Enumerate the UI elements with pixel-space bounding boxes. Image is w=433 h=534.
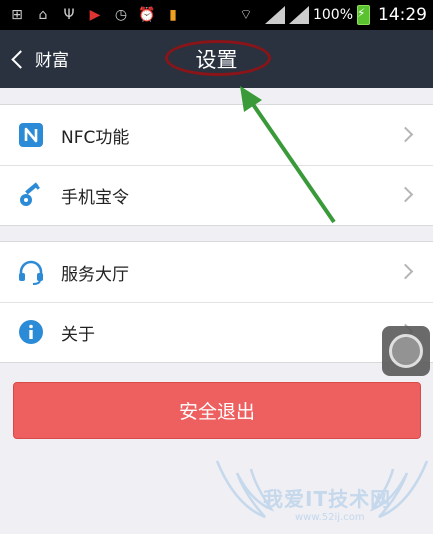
watermark-text: 我爱IT技术网 <box>263 487 392 511</box>
watermark: 我爱IT技术网 www.52ij.com <box>215 455 430 534</box>
watermark-url: www.52ij.com <box>295 512 365 523</box>
annotation-arrow <box>240 86 336 224</box>
